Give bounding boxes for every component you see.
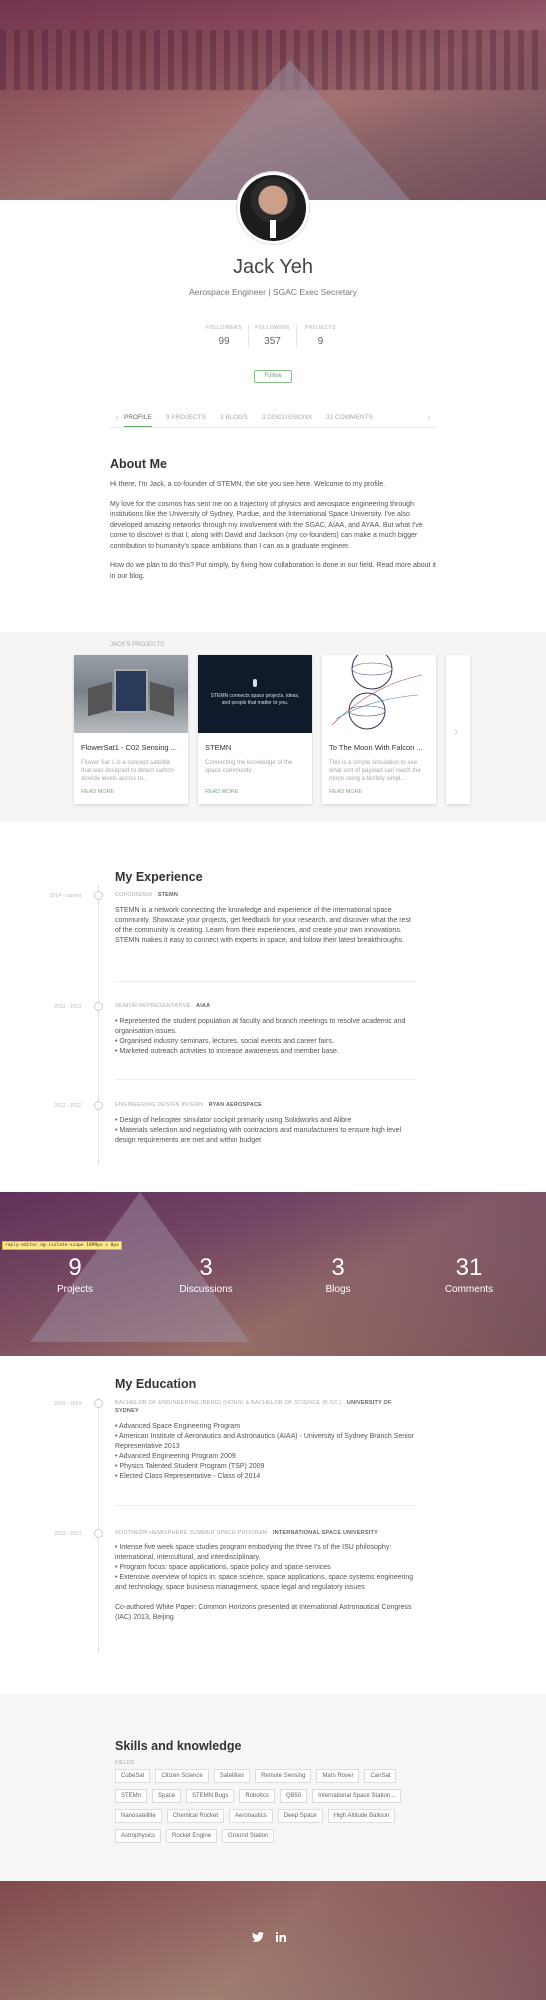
skills-title: Skills and knowledge: [115, 1739, 242, 1753]
experience-role: ENGINEERING DESIGN INTERN · RYAN AEROSPA…: [115, 1102, 263, 1108]
skill-chip[interactable]: Astrophysics: [115, 1829, 162, 1843]
about-section: About Me Hi there, I'm Jack, a co-founde…: [110, 457, 436, 582]
project-desc: Flower Sat 1 is a concept satellite that…: [81, 760, 175, 782]
timeline-date: 2009 - 2014: [54, 1401, 81, 1407]
project-image: [74, 655, 188, 733]
skill-chips: CubeSat Citizen Science Satellites Remote S…: [115, 1769, 425, 1849]
skill-chip[interactable]: STEMn: [115, 1789, 148, 1803]
timeline-dot: [94, 1399, 103, 1408]
timeline-date: 2014 - current: [49, 893, 81, 899]
experience-body: • Design of helicopter simulator cockpit…: [115, 1117, 402, 1144]
project-image: [322, 648, 436, 733]
stat-following[interactable]: FOLLOWING 357: [248, 325, 296, 347]
skill-chip[interactable]: Robotics: [239, 1789, 275, 1803]
project-desc: This is a simple simulation to see what …: [329, 760, 421, 782]
education-degree: BACHELOR OF ENGINEERING (BENG) (HONS) & …: [115, 1400, 392, 1414]
chevron-right-icon[interactable]: ›: [422, 413, 436, 422]
profile-tagline: Aerospace Engineer | SGAC Exec Secretary: [188, 287, 358, 297]
timeline-line: [98, 1398, 99, 1653]
timeline-dot: [94, 1101, 103, 1110]
fields-label: FIELDS: [115, 1760, 135, 1766]
read-more-link[interactable]: READ MORE: [81, 789, 181, 795]
skill-chip[interactable]: Rocket Engine: [166, 1829, 218, 1843]
read-more-link[interactable]: READ MORE: [329, 789, 429, 795]
education-body: • Intense five week space studies progra…: [115, 1544, 414, 1621]
linkedin-icon[interactable]: [274, 1932, 288, 1946]
avatar[interactable]: [237, 172, 309, 244]
follow-button[interactable]: Follow: [254, 370, 292, 383]
skill-chip[interactable]: High Altitude Balloon: [327, 1809, 396, 1823]
tab-blogs[interactable]: 3 BLOGS: [220, 409, 248, 426]
profile-stats: FOLLOWERS 99 FOLLOWING 357 PROJECTS 9: [200, 325, 346, 347]
about-title: About Me: [110, 457, 167, 471]
timeline-dot: [94, 1529, 103, 1538]
about-paragraph: My love for the cosmos has sent me on a …: [110, 500, 423, 550]
timeline-dot: [94, 891, 103, 900]
project-title[interactable]: FlowerSat1 - C02 Sensing ...: [81, 743, 181, 752]
skill-chip[interactable]: Satellites: [213, 1769, 251, 1783]
skill-chip[interactable]: CubeSat: [115, 1769, 151, 1783]
project-card[interactable]: To The Moon With Falcon ... This is a si…: [322, 648, 436, 804]
skill-chip[interactable]: Ground Station: [222, 1829, 275, 1843]
project-title[interactable]: STEMN: [205, 743, 305, 752]
timeline-dot: [94, 1002, 103, 1011]
skill-chip[interactable]: STEMN Bugs: [186, 1789, 235, 1803]
skill-chip[interactable]: Aeronautics: [229, 1809, 273, 1823]
education-body: • Advanced Space Engineering Program • A…: [115, 1423, 414, 1480]
skill-chip[interactable]: Citizen Science: [155, 1769, 209, 1783]
project-desc: Connecting the knowledge of the space co…: [205, 760, 293, 774]
experience-role: SENIOR REPRESENTATIVE · AIAA: [115, 1003, 211, 1009]
counter-comments[interactable]: 31 Comments: [419, 1254, 519, 1295]
timeline-date: 2013 - 2013: [54, 1004, 81, 1010]
chevron-left-icon[interactable]: ‹: [110, 413, 124, 422]
about-paragraph: How do we plan to do this? Put simply, b…: [110, 562, 436, 580]
skill-chip[interactable]: Deep Space: [277, 1809, 323, 1823]
carousel-next-icon[interactable]: ›: [454, 724, 458, 738]
counter-blogs[interactable]: 3 Blogs: [288, 1254, 388, 1295]
tab-profile[interactable]: PROFILE: [124, 409, 152, 427]
timeline-line: [98, 885, 99, 1165]
skill-chip[interactable]: Remote Sensing: [255, 1769, 312, 1783]
tab-comments[interactable]: 31 COMMENTS: [326, 409, 373, 426]
tab-projects[interactable]: 9 PROJECTS: [166, 409, 206, 426]
project-card[interactable]: FlowerSat1 - C02 Sensing ... Flower Sat …: [74, 655, 188, 804]
timeline-date: 2012 - 2012: [54, 1103, 81, 1109]
stat-followers[interactable]: FOLLOWERS 99: [200, 325, 248, 347]
about-paragraph: Hi there, I'm Jack, a co-founder of STEM…: [110, 481, 386, 488]
skill-chip[interactable]: Chemical Rocket: [166, 1809, 225, 1823]
profile-name: Jack Yeh: [232, 256, 314, 278]
education-title: My Education: [115, 1377, 197, 1391]
debug-tooltip: reply-editor.ng-isolate-scope 1099px × 0…: [2, 1241, 122, 1250]
experience-body: • Represented the student population at …: [115, 1018, 406, 1055]
experience-role: COFOUNDER · STEMN: [115, 892, 178, 898]
projects-label: JACK'S PROJECTS: [110, 642, 165, 648]
skill-chip[interactable]: Mars Rover: [316, 1769, 360, 1783]
skill-chip[interactable]: Nanosatellite: [115, 1809, 162, 1823]
experience-title: My Experience: [115, 870, 203, 884]
skill-chip[interactable]: International Space Station...: [312, 1789, 402, 1803]
counter-projects[interactable]: 9 Projects: [25, 1254, 125, 1295]
experience-body: STEMN is a network connecting the knowle…: [115, 907, 411, 944]
project-card[interactable]: STEMN connects space projects, ideas, an…: [198, 655, 312, 804]
footer-banner: [0, 1881, 546, 2000]
education-degree: SOUTHERN HEMISPHERE SUMMER SPACE PROGRAM…: [115, 1530, 378, 1536]
counter-discussions[interactable]: 3 Discussions: [156, 1254, 256, 1295]
timeline-date: 2013 - 2013: [54, 1531, 81, 1537]
twitter-icon[interactable]: [251, 1932, 265, 1946]
hero-banner: [0, 0, 546, 200]
project-title[interactable]: To The Moon With Falcon ...: [329, 743, 429, 752]
skill-chip[interactable]: QB50: [279, 1789, 308, 1803]
stat-projects[interactable]: PROJECTS 9: [296, 325, 344, 347]
project-image: STEMN connects space projects, ideas, an…: [198, 655, 312, 733]
profile-tabs: ‹ PROFILE 9 PROJECTS 3 BLOGS 3 DISCUSSIO…: [110, 408, 436, 428]
read-more-link[interactable]: READ MORE: [205, 789, 305, 795]
skill-chip[interactable]: CanSat: [364, 1769, 397, 1783]
project-card-partial[interactable]: [446, 655, 470, 804]
skill-chip[interactable]: Space: [152, 1789, 182, 1803]
tab-discussions[interactable]: 3 DISCUSSIONS: [262, 409, 312, 426]
